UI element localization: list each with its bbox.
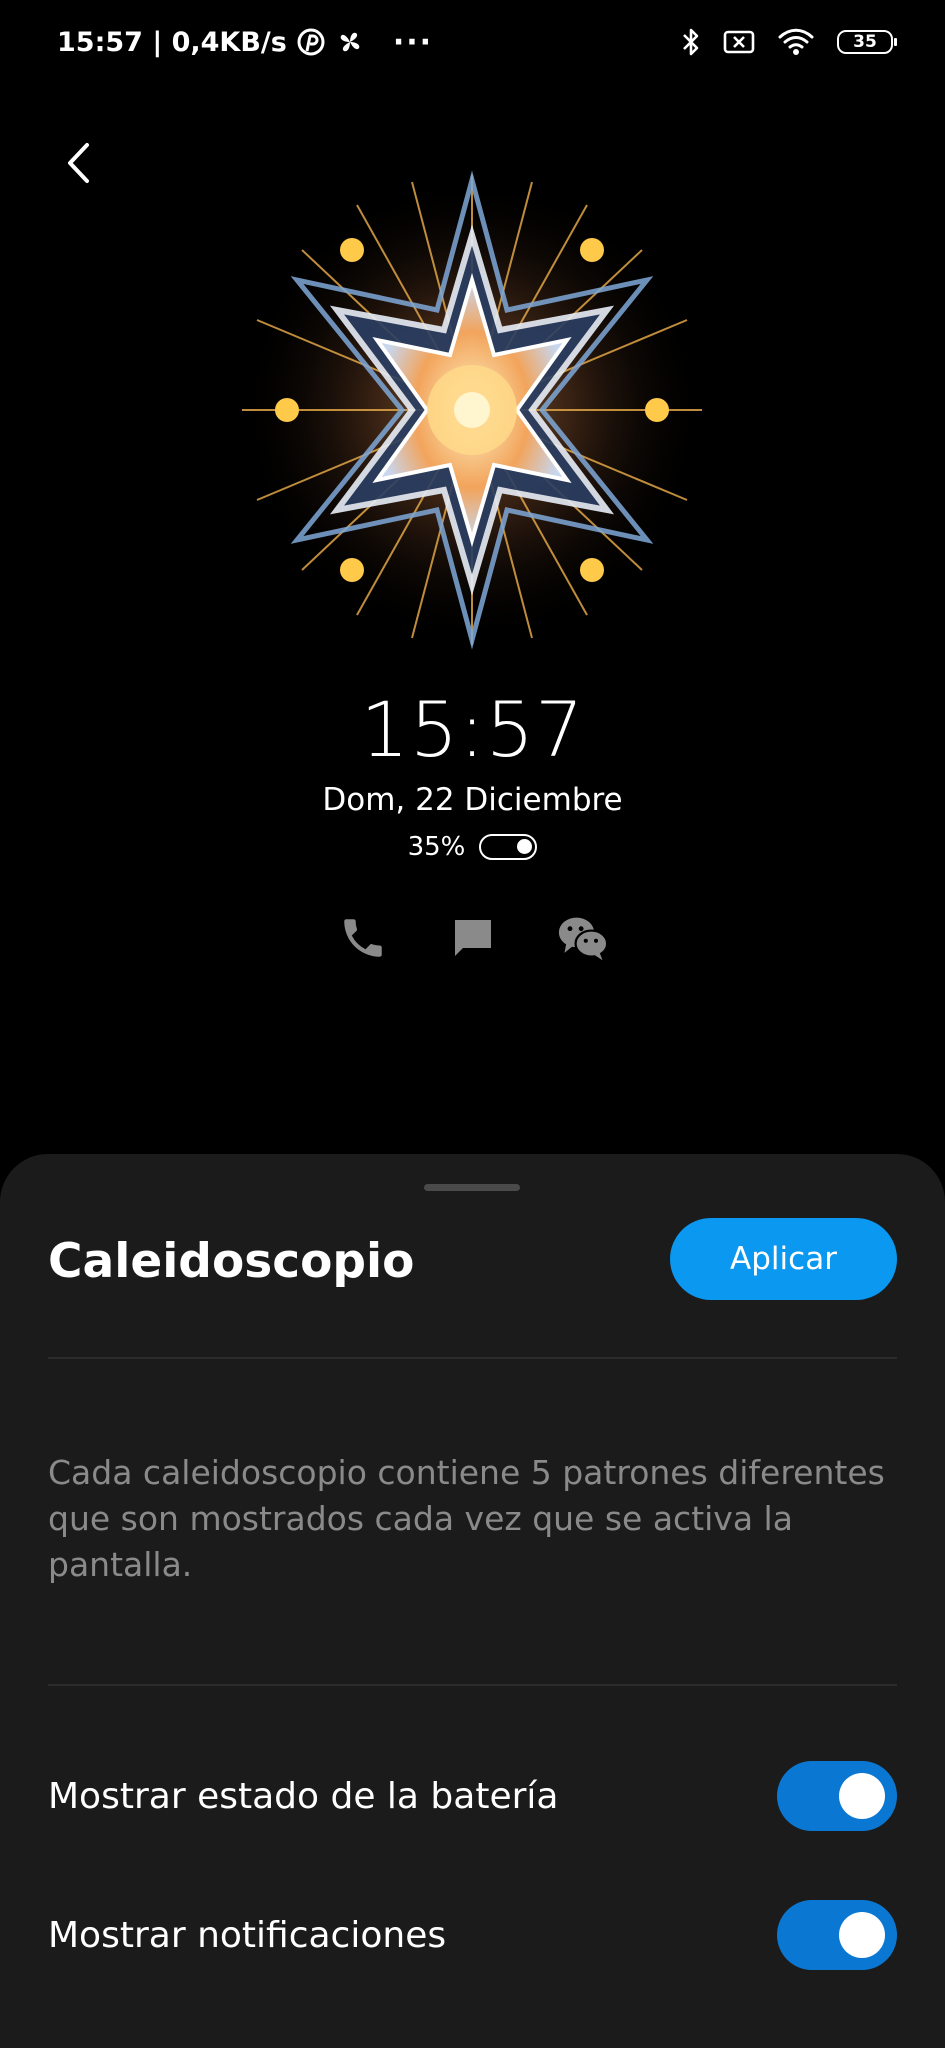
battery-icon: 35	[837, 30, 897, 54]
sheet-drag-handle[interactable]	[424, 1184, 520, 1191]
wifi-icon	[777, 27, 815, 57]
notification-icons	[0, 912, 945, 964]
pinterest-icon	[297, 28, 325, 56]
setting-label: Mostrar estado de la batería	[48, 1775, 559, 1817]
sheet-title: Caleidoscopio	[48, 1234, 415, 1289]
bottom-sheet: Caleidoscopio Aplicar Cada caleidoscopio…	[0, 1154, 945, 2048]
sim-off-icon	[723, 29, 755, 55]
preview-battery: 35%	[0, 832, 945, 862]
bluetooth-icon	[681, 26, 701, 58]
setting-label: Mostrar notificaciones	[48, 1914, 447, 1956]
phone-icon	[337, 912, 389, 964]
setting-row-notifications[interactable]: Mostrar notificaciones	[48, 1895, 897, 1975]
show-battery-toggle[interactable]	[777, 1761, 897, 1831]
wechat-icon	[557, 912, 609, 964]
preview-date: Dom, 22 Diciembre	[322, 782, 623, 818]
setting-row-battery[interactable]: Mostrar estado de la batería	[48, 1756, 897, 1836]
battery-percent: 35%	[407, 832, 466, 862]
divider	[48, 1357, 897, 1359]
kaleidoscope-preview-image	[237, 170, 707, 650]
apply-button[interactable]: Aplicar	[670, 1218, 897, 1300]
status-time-speed: 15:57 | 0,4KB/s	[57, 26, 287, 58]
more-indicator: ···	[392, 24, 434, 60]
divider	[48, 1684, 897, 1686]
status-bar: 15:57 | 0,4KB/s ··· 35	[0, 0, 945, 80]
preview-clock: 15:57	[360, 685, 585, 774]
fan-icon	[335, 27, 365, 57]
message-icon	[447, 912, 499, 964]
chevron-left-icon	[68, 143, 89, 183]
battery-pill-icon	[479, 834, 538, 860]
show-notifications-toggle[interactable]	[777, 1900, 897, 1970]
description-text: Cada caleidoscopio contiene 5 patrones d…	[48, 1453, 885, 1584]
battery-level: 35	[853, 32, 877, 52]
back-button[interactable]	[58, 138, 98, 188]
